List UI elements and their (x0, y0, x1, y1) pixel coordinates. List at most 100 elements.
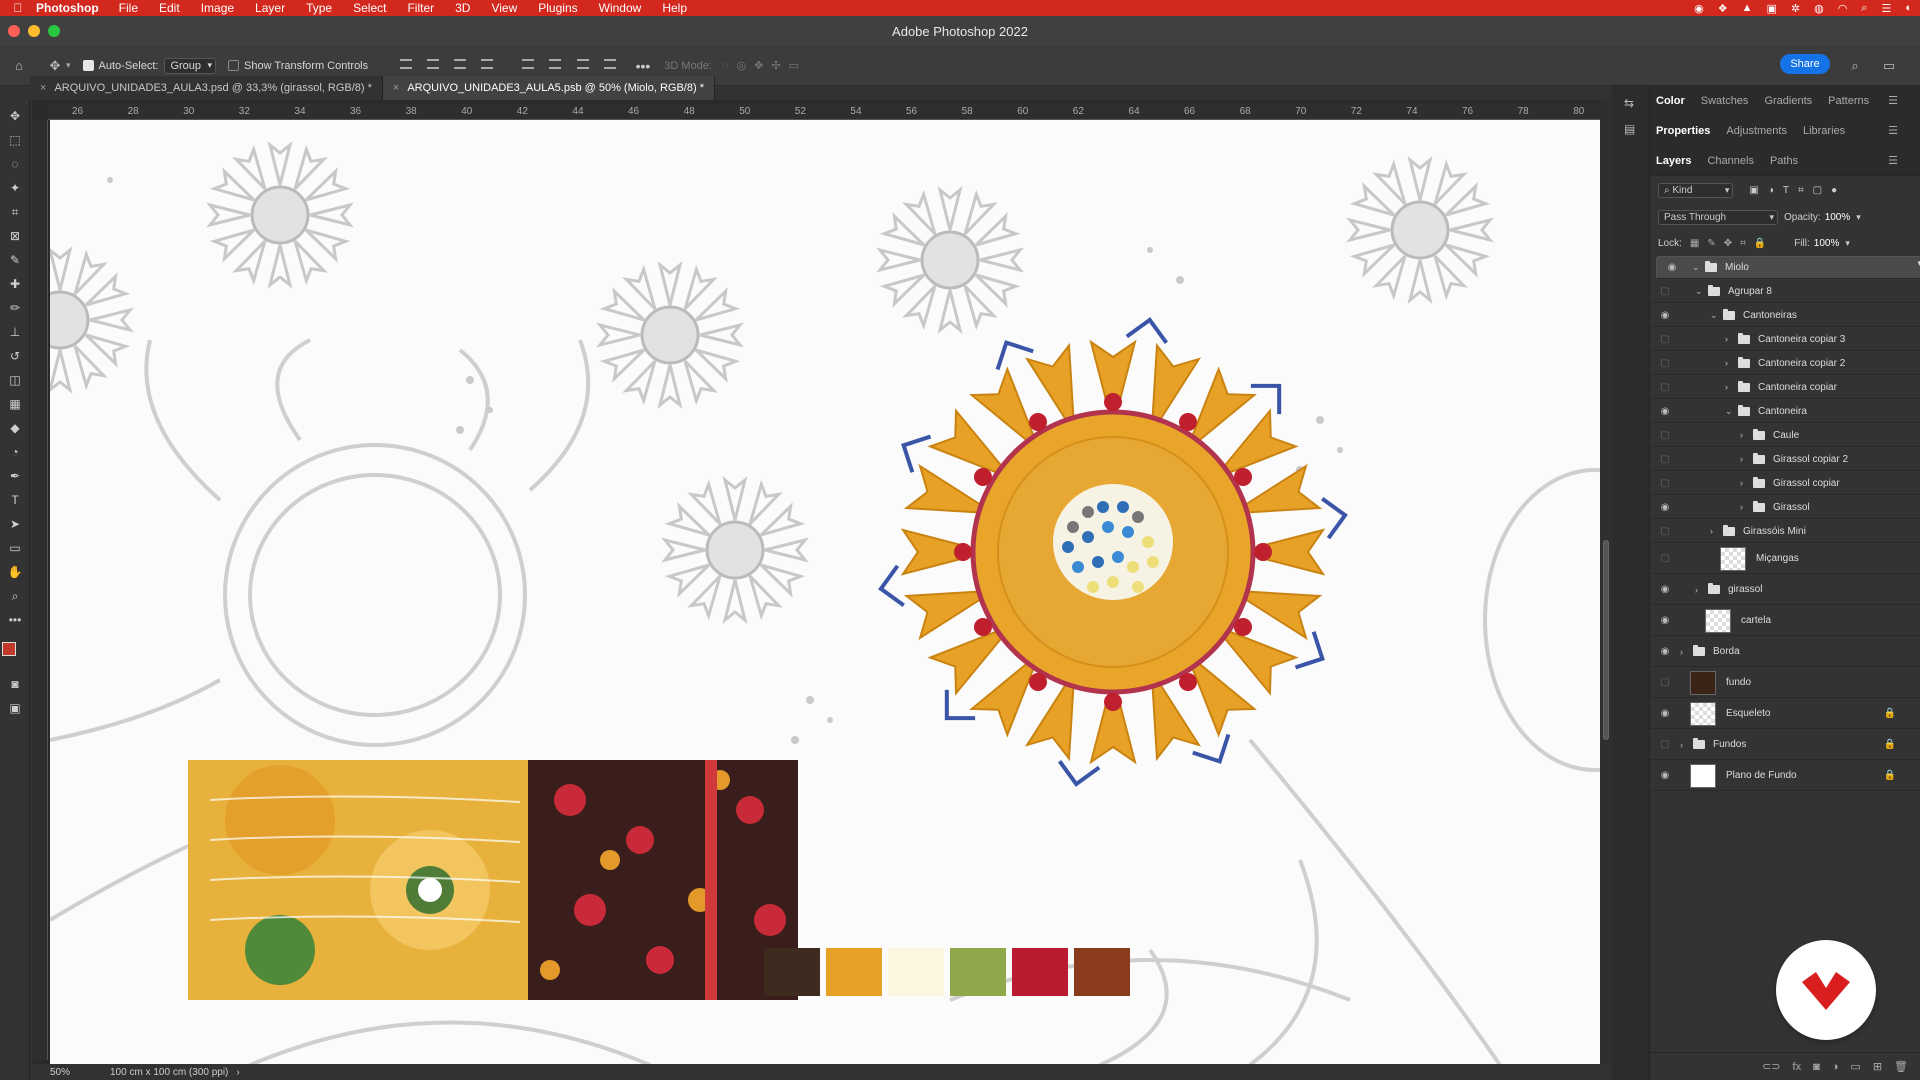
auto-select-dropdown[interactable]: Group (164, 57, 217, 74)
camera-icon[interactable]: ▣ (1766, 2, 1776, 15)
blend-mode-dropdown[interactable]: Pass Through (1658, 209, 1778, 225)
visibility-eye-icon[interactable]: ▢ (1658, 286, 1672, 297)
chevron-down-icon[interactable]: ⌄ (1710, 310, 1720, 321)
chevron-right-icon[interactable]: › (1725, 382, 1735, 392)
minimize-window-button[interactable] (28, 25, 40, 37)
adjustment-icon[interactable]: ◑ (1832, 1061, 1839, 1073)
visibility-eye-icon[interactable]: ◉ (1658, 584, 1672, 595)
menu-view[interactable]: View (491, 1, 517, 15)
healing-tool-icon[interactable]: ✚ (0, 272, 30, 296)
edit-toolbar-icon[interactable]: ••• (0, 608, 30, 632)
chevron-right-icon[interactable]: › (1740, 478, 1750, 488)
visibility-eye-icon[interactable]: ▢ (1658, 526, 1672, 537)
tab-paths[interactable]: Paths (1770, 155, 1798, 167)
adobe-icon[interactable]: ▲ (1742, 2, 1753, 14)
zoom-window-button[interactable] (48, 25, 60, 37)
menu-help[interactable]: Help (662, 1, 687, 15)
tab-properties[interactable]: Properties (1656, 125, 1710, 137)
blur-tool-icon[interactable]: ◆ (0, 416, 30, 440)
type-tool-icon[interactable]: T (0, 488, 30, 512)
transform-controls-checkbox[interactable] (228, 60, 240, 71)
trash-icon[interactable]: 🗑 (1894, 1060, 1908, 1073)
layer-row[interactable]: ▢ › Girassol copiar (1650, 472, 1920, 495)
layer-row[interactable]: ▢ › Cantoneira copiar (1650, 376, 1920, 399)
menu-filter[interactable]: Filter (407, 1, 434, 15)
visibility-eye-icon[interactable]: ◉ (1658, 502, 1672, 513)
dropbox-icon[interactable]: ❖ (1718, 2, 1728, 15)
rectangle-tool-icon[interactable]: ▭ (0, 536, 30, 560)
distribute-icon[interactable] (481, 59, 494, 69)
chevron-right-icon[interactable]: › (1740, 430, 1750, 440)
visibility-eye-icon[interactable]: ▢ (1658, 739, 1672, 750)
layer-row[interactable]: ▢ Miçangas (1650, 544, 1920, 574)
apple-icon[interactable]:  (0, 1, 36, 15)
creative-cloud-icon[interactable]: ◉ (1694, 2, 1704, 15)
brush-tool-icon[interactable]: ✏ (0, 296, 30, 320)
visibility-eye-icon[interactable]: ▢ (1658, 382, 1672, 393)
align-left-icon[interactable] (400, 59, 413, 69)
tab-aula5[interactable]: × ARQUIVO_UNIDADE3_AULA5.psb @ 50% (Miol… (382, 76, 715, 100)
hand-tool-icon[interactable]: ✋ (0, 560, 30, 584)
app-menu[interactable]: Photoshop (36, 1, 99, 15)
align-right-icon[interactable] (454, 59, 467, 69)
distribute-vertical-icon[interactable] (603, 59, 616, 69)
visibility-eye-icon[interactable]: ◉ (1658, 708, 1672, 719)
control-center-icon[interactable]: ☰ (1881, 2, 1891, 15)
layer-row[interactable]: ◉ Plano de Fundo 🔒 (1650, 761, 1920, 791)
panel-menu-icon[interactable]: ☰ (1888, 124, 1898, 137)
magic-wand-tool-icon[interactable]: ✦ (0, 176, 30, 200)
chevron-right-icon[interactable]: › (1725, 334, 1735, 344)
align-top-icon[interactable] (522, 59, 535, 69)
airdrop-icon[interactable]: ◍ (1814, 2, 1824, 15)
layer-row[interactable]: ▢ › Girassol copiar 2 (1650, 448, 1920, 471)
tab-libraries[interactable]: Libraries (1803, 125, 1845, 137)
history-panel-icon[interactable]: ⇆ (1624, 96, 1649, 110)
visibility-eye-icon[interactable]: ◉ (1658, 310, 1672, 321)
visibility-eye-icon[interactable]: ▢ (1658, 430, 1672, 441)
move-tool-icon[interactable]: ✥ (0, 104, 30, 128)
tab-patterns[interactable]: Patterns (1828, 95, 1869, 107)
menu-3d[interactable]: 3D (455, 1, 470, 15)
chevron-down-icon[interactable]: ⌄ (1692, 262, 1702, 273)
visibility-eye-icon[interactable]: ▢ (1658, 454, 1672, 465)
menu-image[interactable]: Image (201, 1, 234, 15)
marquee-tool-icon[interactable]: ⬚ (0, 128, 30, 152)
menu-edit[interactable]: Edit (159, 1, 180, 15)
lock-icons[interactable]: ▦✎✥⌗🔒 (1690, 238, 1774, 249)
new-layer-icon[interactable]: ⊞ (1873, 1060, 1882, 1073)
foreground-color-swatch[interactable] (2, 642, 16, 656)
chevron-down-icon[interactable]: ⌄ (1695, 286, 1705, 297)
vertical-scrollbar[interactable] (1600, 100, 1612, 1065)
visibility-eye-icon[interactable]: ▢ (1658, 478, 1672, 489)
layer-row[interactable]: ▢ › Caule (1650, 424, 1920, 447)
opacity-dropdown-icon[interactable]: ▾ (1856, 212, 1861, 223)
layer-row[interactable]: ▢ › Girassóis Mini (1650, 520, 1920, 543)
chevron-right-icon[interactable]: › (1710, 526, 1720, 536)
fx-icon[interactable]: fx (1793, 1061, 1802, 1073)
history-brush-icon[interactable]: ↺ (0, 344, 30, 368)
dodge-tool-icon[interactable]: ◔ (0, 440, 30, 464)
frame-tool-icon[interactable]: ⊠ (0, 224, 30, 248)
search-icon[interactable]: ⌕ (1844, 55, 1866, 77)
filter-kind-dropdown[interactable]: ⌕ Kind (1658, 182, 1734, 198)
visibility-eye-icon[interactable]: ◉ (1658, 615, 1672, 626)
align-bottom-icon[interactable] (576, 59, 589, 69)
scrollbar-thumb[interactable] (1603, 540, 1609, 740)
search-icon[interactable]: ⌕ (1861, 2, 1867, 15)
close-tab-icon[interactable]: × (40, 82, 46, 94)
link-layers-icon[interactable]: ⊂⊃ (1762, 1060, 1780, 1073)
chevron-right-icon[interactable]: › (1740, 502, 1750, 512)
layer-row[interactable]: ◉ ⌄ Cantoneiras (1650, 304, 1920, 327)
visibility-eye-icon[interactable]: ▢ (1658, 553, 1672, 564)
tab-swatches[interactable]: Swatches (1701, 95, 1749, 107)
stamp-tool-icon[interactable]: ⊥ (0, 320, 30, 344)
layer-row[interactable]: ◉ ⌄ Miolo (1656, 256, 1920, 279)
tab-gradients[interactable]: Gradients (1764, 95, 1812, 107)
chevron-right-icon[interactable]: › (1695, 585, 1705, 595)
layer-filter-icons[interactable]: ▣◑T⌗▢● (1749, 185, 1846, 196)
visibility-eye-icon[interactable]: ◉ (1658, 770, 1672, 781)
crop-tool-icon[interactable]: ⌗ (0, 200, 30, 224)
fill-dropdown-icon[interactable]: ▾ (1845, 238, 1850, 249)
visibility-eye-icon[interactable]: ▢ (1658, 677, 1672, 688)
align-center-icon[interactable] (427, 59, 440, 69)
